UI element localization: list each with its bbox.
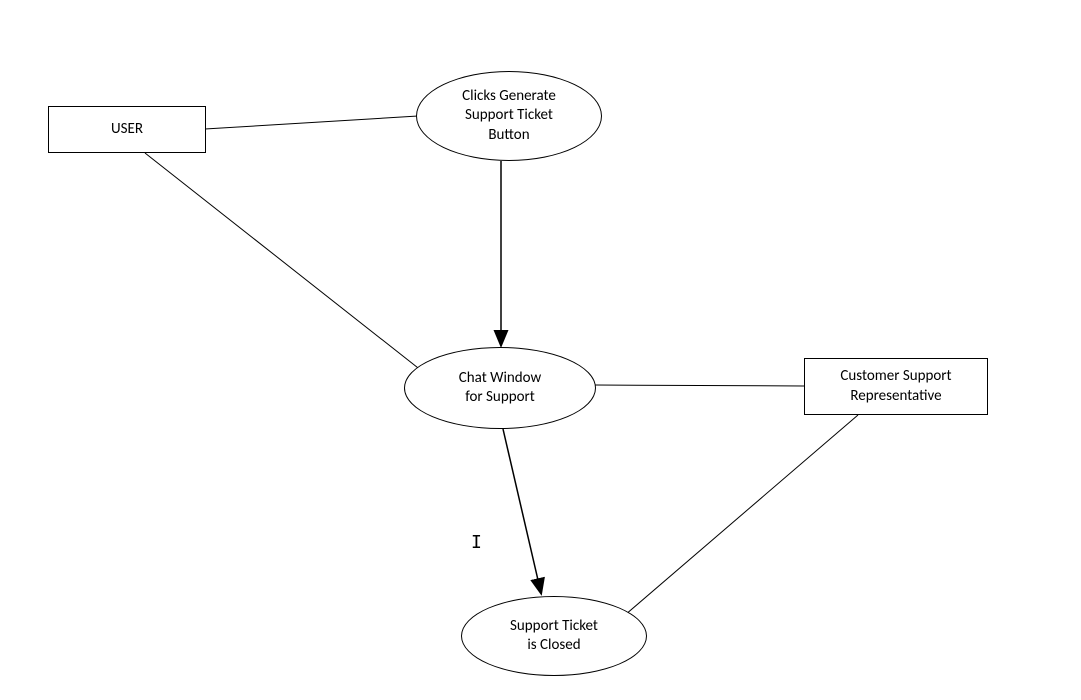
node-closed-label: Support Ticket is Closed: [510, 617, 598, 656]
node-clicks-generate: Clicks Generate Support Ticket Button: [416, 71, 602, 161]
node-closed: Support Ticket is Closed: [461, 596, 647, 676]
node-csr-label: Customer Support Representative: [840, 367, 951, 406]
node-clicks-label: Clicks Generate Support Ticket Button: [462, 87, 556, 146]
node-chat-label: Chat Window for Support: [459, 369, 541, 408]
node-user: USER: [48, 106, 206, 153]
node-csr: Customer Support Representative: [804, 358, 988, 415]
node-chat-window: Chat Window for Support: [404, 347, 596, 429]
node-user-label: USER: [111, 120, 143, 140]
text-cursor-icon: I: [471, 532, 482, 553]
